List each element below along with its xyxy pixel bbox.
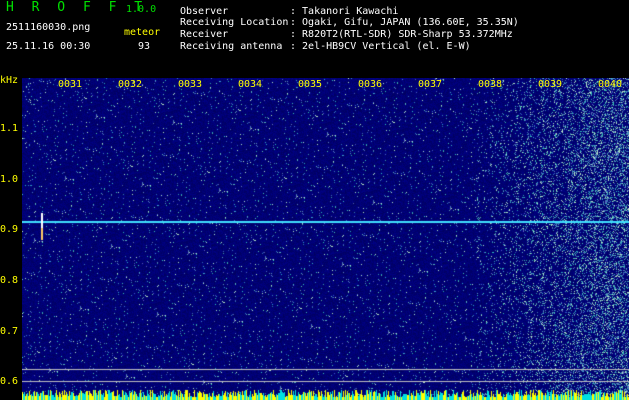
frequency-unit-label: kHz — [0, 75, 19, 86]
time-tick-0032: 0032 — [118, 79, 143, 90]
observer-value: : Takanori Kawachi — [290, 6, 399, 17]
observer-label: Observer — [180, 6, 229, 17]
time-tick-row: 0031 0032 0033 0034 0035 0036 0037 0038 … — [22, 79, 629, 91]
time-tick-0038: 0038 — [478, 79, 503, 90]
header-panel: H R O F F T 1.0.0 2511160030.png meteor … — [0, 0, 629, 78]
spectrogram-canvas[interactable] — [22, 78, 629, 400]
detection-label: meteor — [124, 27, 161, 38]
frequency-label-1-0: 1.0 — [0, 174, 19, 185]
frequency-label-0-8: 0.8 — [0, 275, 19, 286]
app-version: 1.0.0 — [126, 4, 157, 15]
antenna-label: Receiving antenna — [180, 41, 283, 52]
frequency-label-1-1: 1.1 — [0, 123, 19, 134]
time-tick-0037: 0037 — [418, 79, 443, 90]
receiver-label: Receiver — [180, 29, 229, 40]
time-tick-0040: 0040 — [598, 79, 623, 90]
location-value: : Ogaki, Gifu, JAPAN (136.60E, 35.35N) — [290, 17, 519, 28]
file-name: 2511160030.png — [6, 22, 91, 33]
time-tick-0033: 0033 — [178, 79, 203, 90]
time-tick-0035: 0035 — [298, 79, 323, 90]
time-tick-0039: 0039 — [538, 79, 563, 90]
frequency-label-0-7: 0.7 — [0, 326, 19, 337]
frequency-label-0-9: 0.9 — [0, 224, 19, 235]
time-tick-0036: 0036 — [358, 79, 383, 90]
frequency-axis: kHz 1.1 1.0 0.9 0.8 0.7 0.6 — [0, 75, 22, 400]
receiver-value: : R820T2(RTL-SDR) SDR-Sharp 53.372MHz — [290, 29, 513, 40]
detection-count: 93 — [138, 41, 151, 52]
frequency-label-0-6: 0.6 — [0, 376, 19, 387]
antenna-value: : 2el-HB9CV Vertical (el. E-W) — [290, 41, 471, 52]
time-tick-0034: 0034 — [238, 79, 263, 90]
location-label: Receiving Location — [180, 17, 289, 28]
time-tick-0031: 0031 — [58, 79, 83, 90]
observation-datetime: 25.11.16 00:30 — [6, 41, 91, 52]
